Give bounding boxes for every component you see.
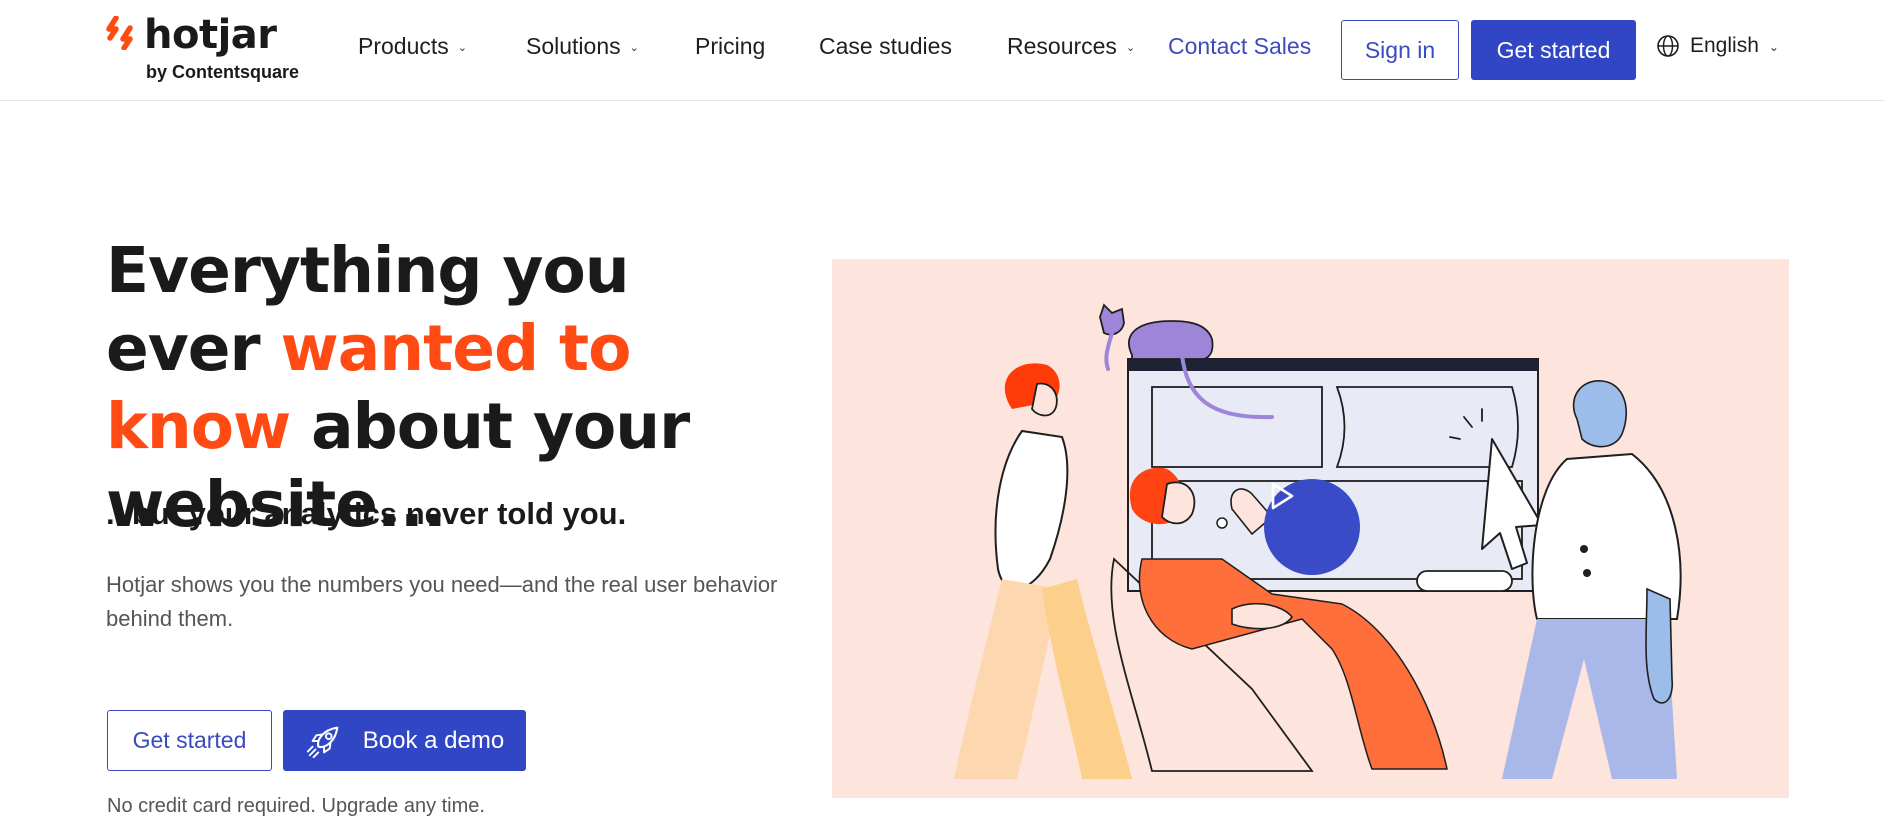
- doctor-hand: [1645, 587, 1674, 704]
- logo-tagline: by Contentsquare: [146, 62, 300, 82]
- hotjar-logo[interactable]: hotjar by Contentsquare: [106, 12, 306, 84]
- cat-body: [1128, 320, 1214, 360]
- hero-video-illustration[interactable]: [832, 259, 1789, 798]
- nav-item-label: Pricing: [695, 33, 766, 59]
- browser-bar: [1128, 359, 1538, 371]
- rocket-icon: [306, 726, 339, 758]
- contact-sales-link[interactable]: Contact Sales: [1168, 33, 1311, 60]
- nav-item-label: Resources: [1007, 33, 1117, 59]
- content-button: [1416, 570, 1513, 592]
- site-header: hotjar by Contentsquare Products ⌄ Solut…: [0, 0, 1885, 101]
- nav-item-pricing[interactable]: Pricing: [695, 33, 765, 60]
- woman-legs: [954, 579, 1060, 779]
- book-demo-label: Book a demo: [362, 726, 505, 754]
- cat-paw: [1104, 331, 1114, 371]
- cat-head: [1099, 303, 1125, 336]
- globe-icon: [1657, 35, 1679, 57]
- nav-item-label: Products: [358, 33, 449, 59]
- chevron-down-icon: ⌄: [1768, 40, 1779, 54]
- book-demo-button[interactable]: Book a demo: [283, 710, 526, 771]
- doctor-head: [1572, 380, 1627, 448]
- nav-item-label: Solutions: [526, 33, 621, 59]
- play-icon: [1271, 482, 1294, 510]
- chevron-down-icon: ⌄: [457, 42, 467, 54]
- chevron-down-icon: ⌄: [629, 42, 639, 54]
- nav-item-products[interactable]: Products ⌄: [358, 33, 467, 60]
- play-video-button[interactable]: [1264, 479, 1360, 575]
- header-get-started-button[interactable]: Get started: [1471, 20, 1636, 80]
- hero-get-started-button[interactable]: Get started: [107, 710, 272, 771]
- language-selector[interactable]: English ⌄: [1656, 34, 1779, 58]
- speech-dot: [1216, 517, 1228, 529]
- logo-wordmark: hotjar: [144, 12, 277, 58]
- language-label: English: [1690, 34, 1759, 57]
- woman-torso: [994, 429, 1069, 590]
- woman-face: [1031, 382, 1058, 417]
- hero-body: Hotjar shows you the numbers you need—an…: [106, 572, 778, 631]
- man-face: [1161, 481, 1196, 525]
- no-credit-card-note: No credit card required. Upgrade any tim…: [107, 795, 485, 817]
- hero-subheadline: ...but your analytics never told you.: [106, 496, 627, 531]
- coat-button: [1580, 545, 1588, 553]
- chevron-down-icon: ⌄: [1125, 42, 1136, 54]
- sign-in-button[interactable]: Sign in: [1341, 20, 1459, 80]
- coat-button: [1583, 569, 1591, 577]
- woman-legs: [1042, 579, 1132, 779]
- nav-item-resources[interactable]: Resources ⌄: [1007, 33, 1135, 60]
- nav-item-case-studies[interactable]: Case studies: [819, 33, 952, 60]
- hotjar-mark-icon: [106, 16, 133, 50]
- nav-item-solutions[interactable]: Solutions ⌄: [526, 33, 639, 60]
- nav-item-label: Case studies: [819, 33, 952, 59]
